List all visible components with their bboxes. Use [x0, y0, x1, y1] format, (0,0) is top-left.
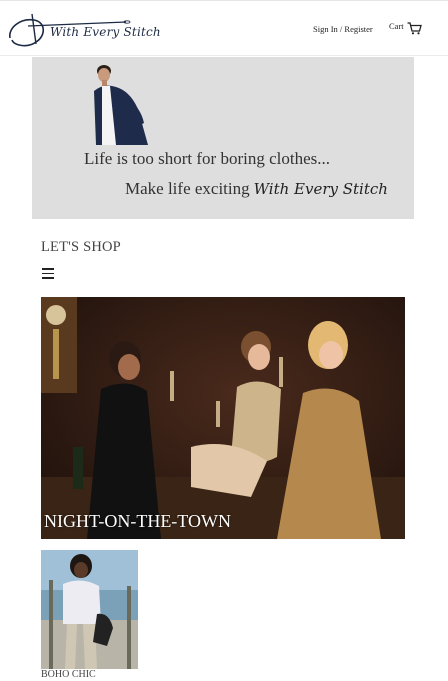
category-label-boho-chic[interactable]: BOHO CHIC: [41, 669, 96, 680]
hero-banner: Life is too short for boring clothes... …: [32, 57, 414, 219]
hero-model-image: [94, 61, 150, 145]
section-title: LET'S SHOP: [41, 239, 121, 255]
hero-subtagline: Make life exciting With Every Stitch: [125, 179, 388, 199]
boho-chic-image: [41, 550, 138, 669]
category-card-boho-chic[interactable]: [41, 550, 138, 669]
cart-link[interactable]: Cart: [389, 21, 422, 35]
logo-text[interactable]: With Every Stitch: [50, 25, 161, 39]
hero-brand: With Every Stitch: [253, 180, 388, 198]
featured-category-card[interactable]: NIGHT-ON-THE-TOWN: [41, 297, 405, 539]
hero-tagline: Life is too short for boring clothes...: [84, 149, 330, 168]
sign-in-register-link[interactable]: Sign In / Register: [313, 24, 373, 34]
menu-icon[interactable]: [42, 268, 54, 279]
featured-category-image: [41, 297, 405, 539]
hero-subtagline-text: Make life exciting: [125, 179, 250, 198]
cart-icon[interactable]: [407, 22, 422, 35]
featured-category-label[interactable]: NIGHT-ON-THE-TOWN: [44, 511, 231, 532]
site-header: With Every Stitch Sign In / Register Car…: [0, 0, 448, 56]
cart-label[interactable]: Cart: [389, 21, 404, 31]
